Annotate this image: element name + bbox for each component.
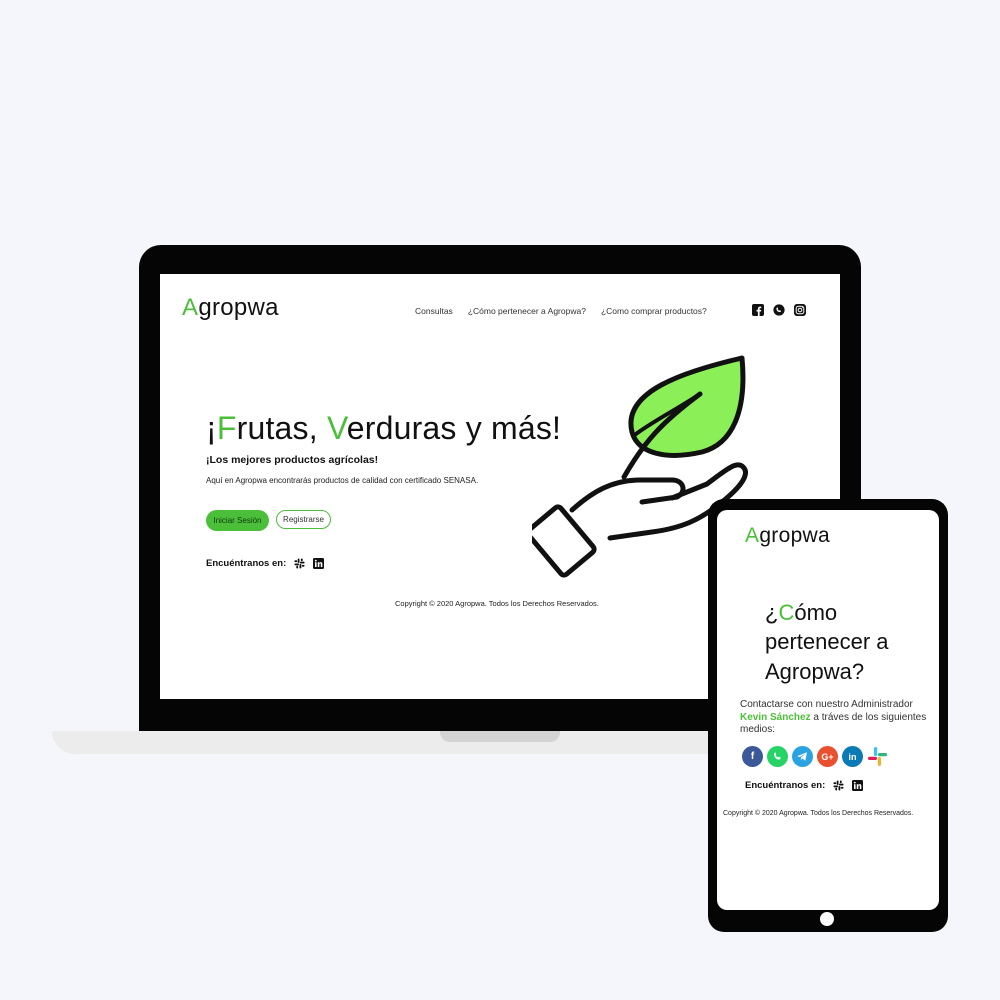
title-accent-f: F [216, 410, 237, 446]
tablet-find-us-row: Encuéntranos en: [745, 780, 864, 791]
desktop-nav: Consultas ¿Cómo pertenecer a Agropwa? ¿C… [415, 306, 707, 316]
instagram-icon[interactable] [794, 304, 806, 316]
logo-accent: A [182, 294, 199, 321]
logo-accent: A [745, 524, 760, 547]
find-us-label: Encuéntranos en: [745, 780, 826, 791]
nav-como-comprar[interactable]: ¿Como comprar productos? [601, 306, 707, 316]
title-part: ¡ [206, 410, 217, 446]
title-part: rutas, [236, 410, 327, 446]
whatsapp-icon[interactable] [767, 746, 788, 767]
tablet-logo[interactable]: Agropwa [745, 524, 830, 548]
logo-text: gropwa [759, 524, 830, 547]
nav-consultas[interactable]: Consultas [415, 306, 453, 316]
title-part: ¿ [765, 600, 779, 625]
contact-part: Contactarse con nuestro Administrador [740, 699, 913, 710]
desktop-copyright: Copyright © 2020 Agropwa. Todos los Dere… [395, 599, 599, 608]
google-plus-icon[interactable]: G+ [817, 746, 838, 767]
desktop-logo[interactable]: Agropwa [182, 294, 279, 322]
telegram-icon[interactable] [792, 746, 813, 767]
title-part: erduras y más! [346, 410, 562, 446]
linkedin-icon[interactable] [852, 780, 864, 791]
linkedin-icon[interactable] [313, 558, 325, 569]
whatsapp-icon[interactable] [773, 304, 785, 316]
hero-subtitle: ¡Los mejores productos agrícolas! [206, 454, 379, 466]
slack-icon[interactable] [833, 780, 844, 791]
linkedin-icon[interactable]: in [842, 746, 863, 767]
facebook-icon[interactable]: f [742, 746, 763, 767]
tablet-title: ¿Cómo pertenecer a Agropwa? [765, 598, 925, 686]
facebook-icon[interactable] [752, 304, 764, 316]
tablet-home-button[interactable] [820, 912, 834, 926]
logo-text: gropwa [198, 294, 279, 321]
title-accent-v: V [326, 410, 347, 446]
contact-text: Contactarse con nuestro Administrador Ke… [740, 699, 935, 737]
contact-icons: f G+ in [742, 746, 888, 767]
find-us-label: Encuéntranos en: [206, 558, 287, 569]
hero-description: Aquí en Agropwa encontrarás productos de… [206, 476, 479, 485]
admin-name: Kevin Sánchez [740, 711, 811, 723]
tablet-screen: Agropwa ¿Cómo pertenecer a Agropwa? Cont… [717, 510, 939, 910]
login-button[interactable]: Iniciar Sesión [206, 510, 269, 531]
slack-icon[interactable] [294, 558, 305, 569]
laptop-notch [440, 731, 560, 742]
slack-icon[interactable] [867, 746, 888, 767]
register-button[interactable]: Registrarse [276, 510, 331, 529]
hero-title: ¡Frutas, Verduras y más! [206, 410, 561, 447]
title-accent-c: C [778, 600, 795, 625]
find-us-row: Encuéntranos en: [206, 558, 325, 569]
desktop-social-icons [752, 304, 806, 316]
nav-como-pertenecer[interactable]: ¿Cómo pertenecer a Agropwa? [468, 306, 586, 316]
tablet-copyright: Copyright © 2020 Agropwa. Todos los Dere… [723, 810, 914, 817]
